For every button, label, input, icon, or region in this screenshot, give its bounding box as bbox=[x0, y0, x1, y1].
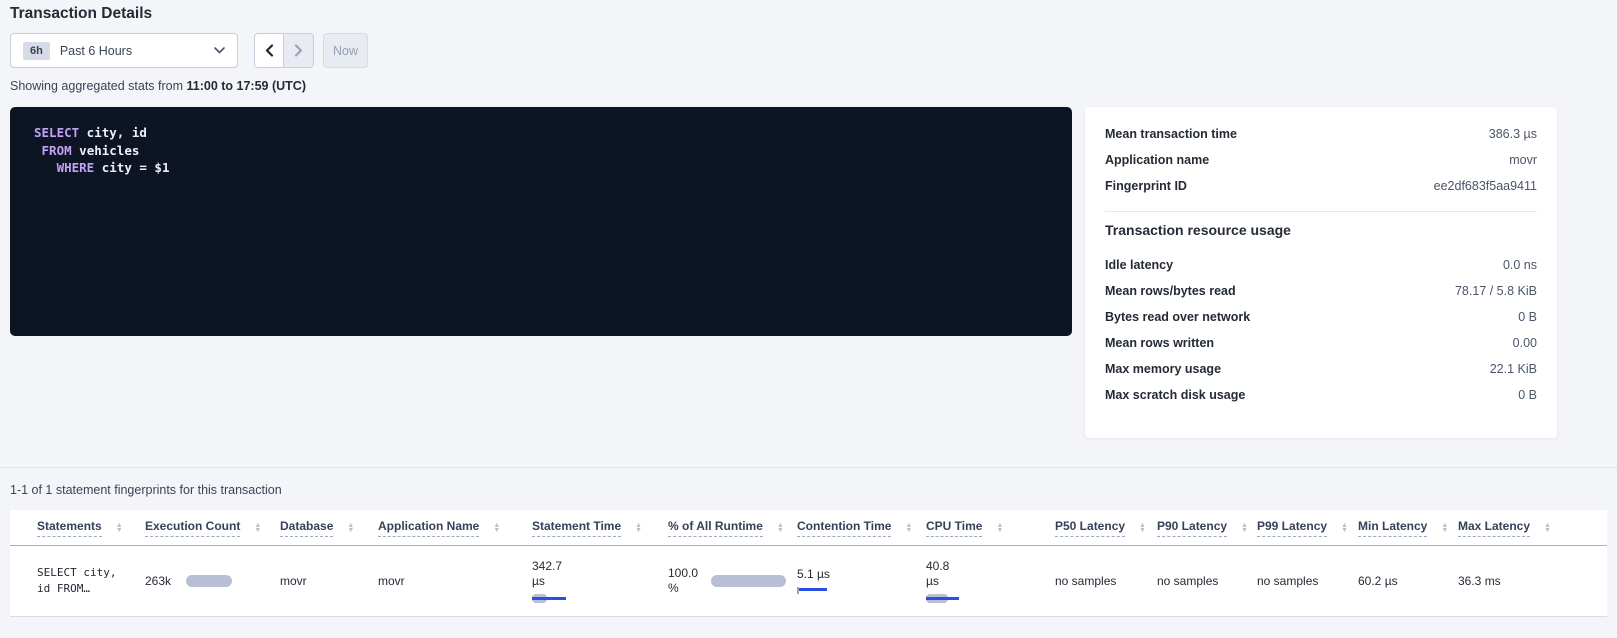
contention-time-cell: 5.1 µs bbox=[797, 567, 926, 595]
summary-row: Idle latency 0.0 ns bbox=[1105, 252, 1537, 278]
summary-label: Fingerprint ID bbox=[1105, 179, 1187, 193]
now-button[interactable]: Now bbox=[323, 33, 368, 68]
statements-table: Statements▲▼ Execution Count▲▼ Database▲… bbox=[10, 510, 1607, 617]
time-range-label: Past 6 Hours bbox=[60, 44, 132, 58]
column-header-database[interactable]: Database▲▼ bbox=[280, 519, 378, 537]
stats-time-range: 11:00 to 17:59 (UTC) bbox=[187, 79, 306, 93]
summary-value: 22.1 KiB bbox=[1490, 362, 1537, 376]
column-header-execution-count[interactable]: Execution Count▲▼ bbox=[145, 519, 280, 537]
summary-label: Mean rows/bytes read bbox=[1105, 284, 1236, 298]
sort-icon: ▲▼ bbox=[905, 523, 912, 533]
section-divider bbox=[0, 467, 1617, 468]
sort-icon: ▲▼ bbox=[1241, 523, 1248, 533]
summary-value: 78.17 / 5.8 KiB bbox=[1455, 284, 1537, 298]
column-header-p50-latency[interactable]: P50 Latency▲▼ bbox=[1055, 519, 1157, 537]
sort-icon: ▲▼ bbox=[1139, 523, 1146, 533]
summary-value: 0.0 ns bbox=[1503, 258, 1537, 272]
time-range-dropdown[interactable]: 6h Past 6 Hours bbox=[10, 33, 238, 68]
column-header-cpu-time[interactable]: CPU Time▲▼ bbox=[926, 519, 1055, 537]
summary-row: Fingerprint ID ee2df683f5aa9411 bbox=[1105, 173, 1537, 199]
summary-row: Bytes read over network 0 B bbox=[1105, 304, 1537, 330]
column-header-application-name[interactable]: Application Name▲▼ bbox=[378, 519, 532, 537]
column-header-max-latency[interactable]: Max Latency▲▼ bbox=[1458, 519, 1607, 537]
column-header-statements[interactable]: Statements▲▼ bbox=[37, 519, 145, 537]
column-header-contention-time[interactable]: Contention Time▲▼ bbox=[797, 519, 926, 537]
summary-row: Mean rows written 0.00 bbox=[1105, 330, 1537, 356]
statement-time-cell: 342.7 µs bbox=[532, 559, 668, 603]
summary-row: Mean transaction time 386.3 µs bbox=[1105, 121, 1537, 147]
p90-latency-cell: no samples bbox=[1157, 574, 1257, 588]
sort-icon: ▲▼ bbox=[254, 523, 261, 533]
summary-row: Max memory usage 22.1 KiB bbox=[1105, 356, 1537, 382]
statement-time-bar bbox=[532, 594, 566, 603]
fingerprints-caption: 1-1 of 1 statement fingerprints for this… bbox=[10, 483, 282, 497]
sort-icon: ▲▼ bbox=[635, 523, 642, 533]
summary-label: Max scratch disk usage bbox=[1105, 388, 1245, 402]
p50-latency-cell: no samples bbox=[1055, 574, 1157, 588]
summary-row: Max scratch disk usage 0 B bbox=[1105, 382, 1537, 408]
summary-value: movr bbox=[1509, 153, 1537, 167]
sort-icon: ▲▼ bbox=[347, 523, 354, 533]
statement-fingerprint-link[interactable]: SELECT city, id FROM… bbox=[37, 565, 145, 597]
summary-value: 0 B bbox=[1518, 310, 1537, 324]
summary-divider bbox=[1105, 211, 1537, 212]
summary-value: ee2df683f5aa9411 bbox=[1434, 179, 1537, 193]
column-header-p99-latency[interactable]: P99 Latency▲▼ bbox=[1257, 519, 1358, 537]
sql-statement-box: SELECT city, id FROM vehicles WHERE city… bbox=[10, 107, 1072, 336]
transaction-summary-card: Mean transaction time 386.3 µs Applicati… bbox=[1085, 107, 1557, 438]
sort-icon: ▲▼ bbox=[1544, 523, 1551, 533]
table-header-row: Statements▲▼ Execution Count▲▼ Database▲… bbox=[10, 510, 1607, 546]
max-latency-cell: 36.3 ms bbox=[1458, 574, 1607, 588]
summary-label: Bytes read over network bbox=[1105, 310, 1250, 324]
table-row: SELECT city, id FROM… 263k movr movr 342… bbox=[10, 546, 1607, 617]
summary-label: Mean rows written bbox=[1105, 336, 1214, 350]
summary-value: 0 B bbox=[1518, 388, 1537, 402]
cpu-time-cell: 40.8 µs bbox=[926, 559, 1055, 603]
time-range-badge: 6h bbox=[23, 42, 50, 60]
contention-time-bar bbox=[797, 586, 827, 595]
time-toolbar: 6h Past 6 Hours Now bbox=[10, 33, 368, 68]
summary-label: Idle latency bbox=[1105, 258, 1173, 272]
cpu-time-bar bbox=[926, 594, 959, 603]
sort-icon: ▲▼ bbox=[777, 523, 784, 533]
summary-label: Application name bbox=[1105, 153, 1209, 167]
summary-value: 386.3 µs bbox=[1489, 127, 1537, 141]
sort-icon: ▲▼ bbox=[996, 523, 1003, 533]
execution-count-bar bbox=[186, 575, 232, 587]
min-latency-cell: 60.2 µs bbox=[1358, 574, 1458, 588]
sort-icon: ▲▼ bbox=[1341, 523, 1348, 533]
next-interval-button[interactable] bbox=[284, 33, 314, 68]
resource-usage-heading: Transaction resource usage bbox=[1105, 222, 1537, 238]
application-name-cell: movr bbox=[378, 574, 532, 588]
column-header-p90-latency[interactable]: P90 Latency▲▼ bbox=[1157, 519, 1257, 537]
summary-value: 0.00 bbox=[1513, 336, 1537, 350]
page-title: Transaction Details bbox=[10, 5, 152, 23]
sort-icon: ▲▼ bbox=[493, 523, 500, 533]
column-header-runtime-pct[interactable]: % of All Runtime▲▼ bbox=[668, 519, 797, 537]
previous-interval-button[interactable] bbox=[254, 33, 284, 68]
runtime-pct-bar bbox=[711, 575, 786, 587]
summary-row: Application name movr bbox=[1105, 147, 1537, 173]
column-header-min-latency[interactable]: Min Latency▲▼ bbox=[1358, 519, 1458, 537]
aggregated-stats-caption: Showing aggregated stats from 11:00 to 1… bbox=[10, 79, 306, 93]
column-header-statement-time[interactable]: Statement Time▲▼ bbox=[532, 519, 668, 537]
database-cell: movr bbox=[280, 574, 378, 588]
sort-icon: ▲▼ bbox=[116, 523, 123, 533]
runtime-pct-cell: 100.0 % bbox=[668, 566, 797, 596]
summary-label: Mean transaction time bbox=[1105, 127, 1237, 141]
chevron-down-icon bbox=[214, 47, 225, 54]
execution-count-cell: 263k bbox=[145, 574, 280, 588]
summary-label: Max memory usage bbox=[1105, 362, 1221, 376]
p99-latency-cell: no samples bbox=[1257, 574, 1358, 588]
time-nav-group bbox=[254, 33, 314, 68]
summary-row: Mean rows/bytes read 78.17 / 5.8 KiB bbox=[1105, 278, 1537, 304]
sort-icon: ▲▼ bbox=[1441, 523, 1448, 533]
